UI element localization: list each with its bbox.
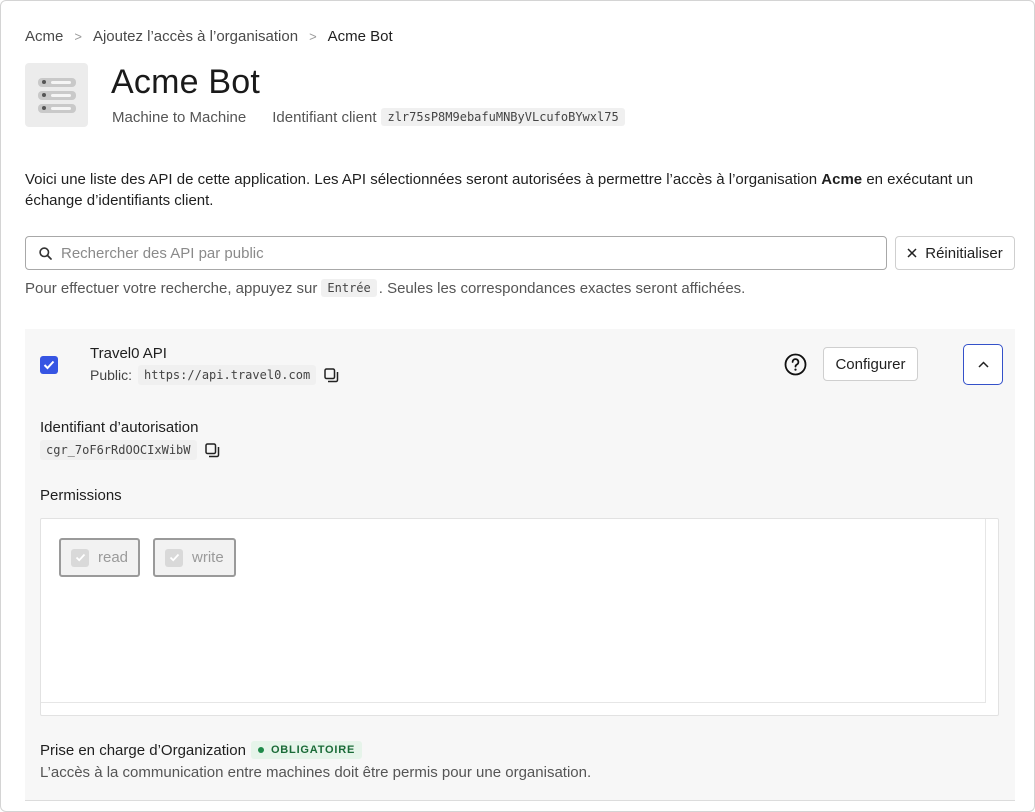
permissions-list: read write (40, 518, 999, 716)
app-meta: Machine to Machine Identifiant client zl… (112, 108, 625, 126)
server-icon-bar (37, 103, 76, 113)
check-icon (75, 553, 85, 562)
client-id-label: Identifiant client (272, 108, 377, 126)
org-support-description: L’accès à la communication entre machine… (40, 764, 592, 781)
permission-checkbox (165, 548, 183, 567)
configure-button[interactable]: Configurer (823, 347, 918, 381)
permission-read[interactable]: read (59, 538, 141, 577)
server-icon (37, 77, 76, 87)
breadcrumb: Acme > Ajoutez l’accès à l’organisation … (25, 28, 393, 45)
breadcrumb-item-current: Acme Bot (327, 28, 393, 45)
api-name: Travel0 API (90, 345, 167, 362)
search-hint-before: Pour effectuer votre recherche, appuyez … (25, 279, 318, 297)
auth-id-row: cgr_7oF6rRdOOCIxWibW (40, 440, 220, 460)
intro-text: Voici une liste des API de cette applica… (25, 169, 1015, 211)
copy-icon[interactable] (324, 367, 339, 383)
scrollbar-vertical[interactable] (985, 519, 986, 703)
chevron-up-icon (977, 361, 989, 368)
permission-checkbox (71, 548, 89, 567)
status-badge-label: OBLIGATOIRE (270, 744, 356, 756)
divider (25, 800, 1015, 801)
status-dot-icon (257, 747, 264, 753)
search-box[interactable] (25, 236, 887, 270)
reset-button-label: Réinitialiser (925, 244, 1003, 262)
org-support-label: Prise en charge d’Organization (40, 741, 246, 759)
permissions-label: Permissions (40, 487, 122, 504)
api-panel: Travel0 API Public: https://api.travel0.… (25, 329, 1015, 801)
breadcrumb-separator: > (309, 29, 317, 44)
status-badge: OBLIGATOIRE (250, 741, 363, 759)
intro-before: Voici une liste des API de cette applica… (25, 171, 822, 188)
permission-label: write (192, 549, 224, 566)
reset-button[interactable]: Réinitialiser (895, 236, 1015, 270)
close-icon (907, 248, 917, 258)
intro-org: Acme (821, 171, 863, 188)
api-public-row: Public: https://api.travel0.com (90, 365, 339, 385)
auth-id-label: Identifiant d’autorisation (40, 419, 199, 436)
help-icon[interactable] (784, 353, 807, 381)
check-icon (169, 553, 179, 562)
search-hint: Pour effectuer votre recherche, appuyez … (25, 279, 745, 297)
scrollbar-horizontal[interactable] (41, 702, 986, 703)
app-logo (25, 63, 88, 127)
collapse-button[interactable] (963, 344, 1003, 385)
search-hint-key: Entrée (321, 279, 377, 297)
api-public-label: Public: (90, 367, 133, 383)
breadcrumb-separator: > (74, 29, 82, 44)
app-type: Machine to Machine (112, 108, 247, 126)
page-title: Acme Bot (111, 63, 260, 101)
auth-id-value: cgr_7oF6rRdOOCIxWibW (40, 440, 197, 460)
app-window: Acme > Ajoutez l’accès à l’organisation … (0, 0, 1035, 812)
search-input[interactable] (61, 244, 841, 262)
search-hint-after: . Seules les correspondances exactes ser… (378, 279, 746, 297)
check-icon (43, 360, 55, 370)
server-icon-bar (37, 90, 76, 100)
copy-icon[interactable] (204, 442, 220, 458)
permission-label: read (98, 549, 129, 566)
breadcrumb-item-acme[interactable]: Acme (25, 28, 63, 45)
client-id-value[interactable]: zlr75sP8M9ebafuMNByVLcufoBYwxl75 (381, 108, 625, 126)
api-select-checkbox[interactable] (40, 356, 58, 374)
org-support-row: Prise en charge d’Organization OBLIGATOI… (40, 741, 363, 759)
api-public-value: https://api.travel0.com (138, 365, 317, 385)
permission-write[interactable]: write (153, 538, 236, 577)
search-icon (39, 246, 52, 260)
breadcrumb-item-add-org-access[interactable]: Ajoutez l’accès à l’organisation (93, 28, 298, 45)
